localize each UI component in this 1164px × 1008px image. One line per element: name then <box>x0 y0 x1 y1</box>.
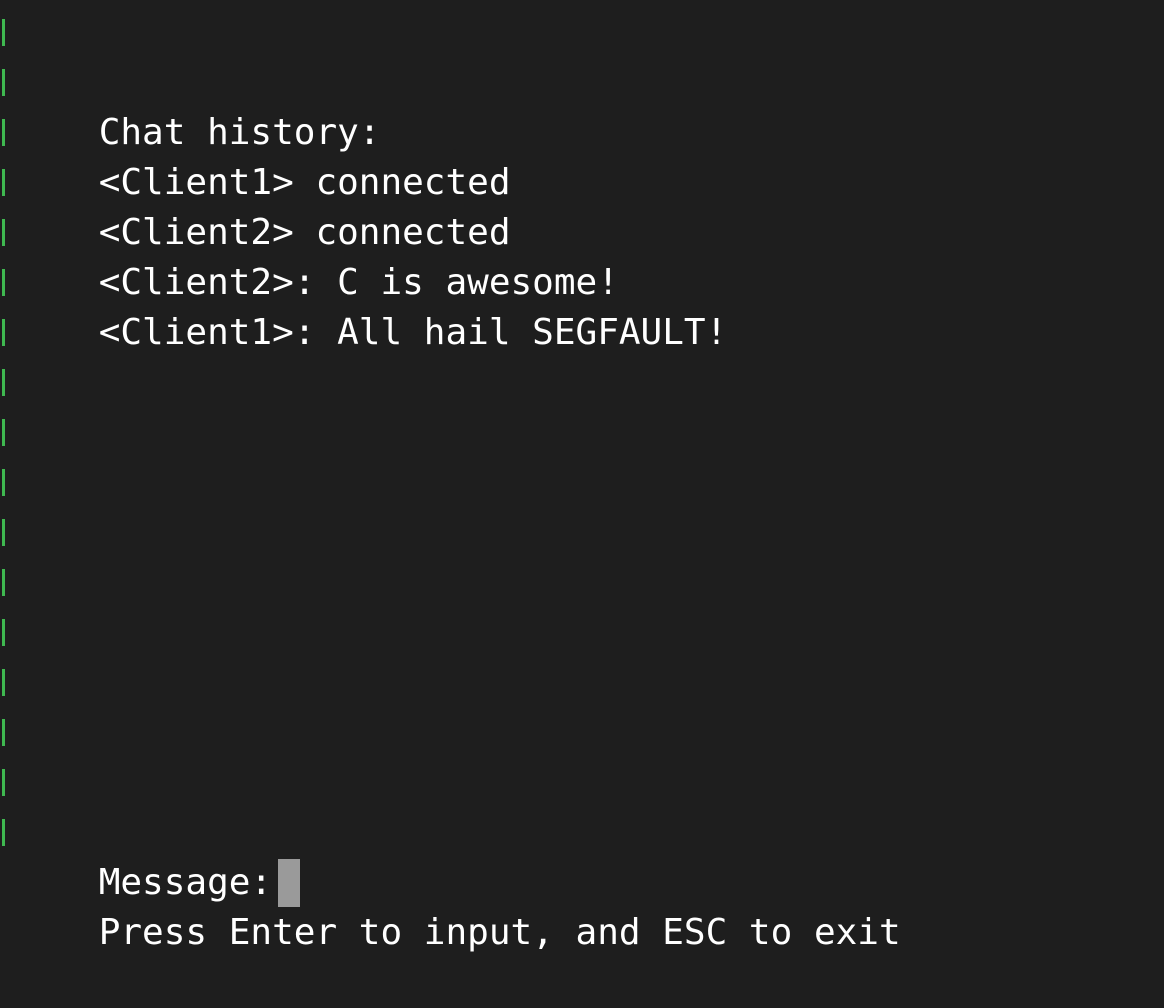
empty-line <box>0 658 1164 708</box>
empty-line <box>0 408 1164 458</box>
line-marker <box>2 69 5 96</box>
line-marker <box>2 569 5 596</box>
chat-message-line: <Client1>: All hail SEGFAULT! <box>0 208 1164 353</box>
line-marker <box>2 119 5 146</box>
chat-message-line: <Client2>: C is awesome! <box>0 158 1164 303</box>
empty-line <box>0 608 1164 658</box>
line-marker <box>2 769 5 796</box>
line-marker <box>2 619 5 646</box>
empty-line <box>0 308 1164 358</box>
line-marker <box>2 469 5 496</box>
line-marker <box>2 219 5 246</box>
chat-message-line: <Client2> connected <box>0 108 1164 253</box>
line-marker <box>2 419 5 446</box>
help-line: Press Enter to input, and ESC to exit <box>0 808 1164 953</box>
line-marker <box>2 319 5 346</box>
line-marker <box>2 19 5 46</box>
line-marker <box>2 819 5 846</box>
empty-line <box>0 358 1164 408</box>
line-marker <box>2 269 5 296</box>
line-marker <box>2 169 5 196</box>
chat-message-line: <Client1> connected <box>0 58 1164 203</box>
empty-line <box>0 508 1164 558</box>
line-marker <box>2 369 5 396</box>
line-marker <box>2 669 5 696</box>
line-marker <box>2 719 5 746</box>
empty-line <box>0 708 1164 758</box>
empty-line <box>0 458 1164 508</box>
text-cursor <box>278 859 301 907</box>
chat-history-header-line: Chat history: <box>0 8 1164 153</box>
line-marker <box>2 519 5 546</box>
message-input-line[interactable]: Message: <box>0 758 1164 907</box>
help-text: Press Enter to input, and ESC to exit <box>98 912 901 953</box>
empty-line <box>0 258 1164 308</box>
message-prompt-label: Message: <box>98 862 273 903</box>
empty-line <box>0 558 1164 608</box>
terminal-window: Chat history: <Client1> connected <Clien… <box>0 8 1164 953</box>
